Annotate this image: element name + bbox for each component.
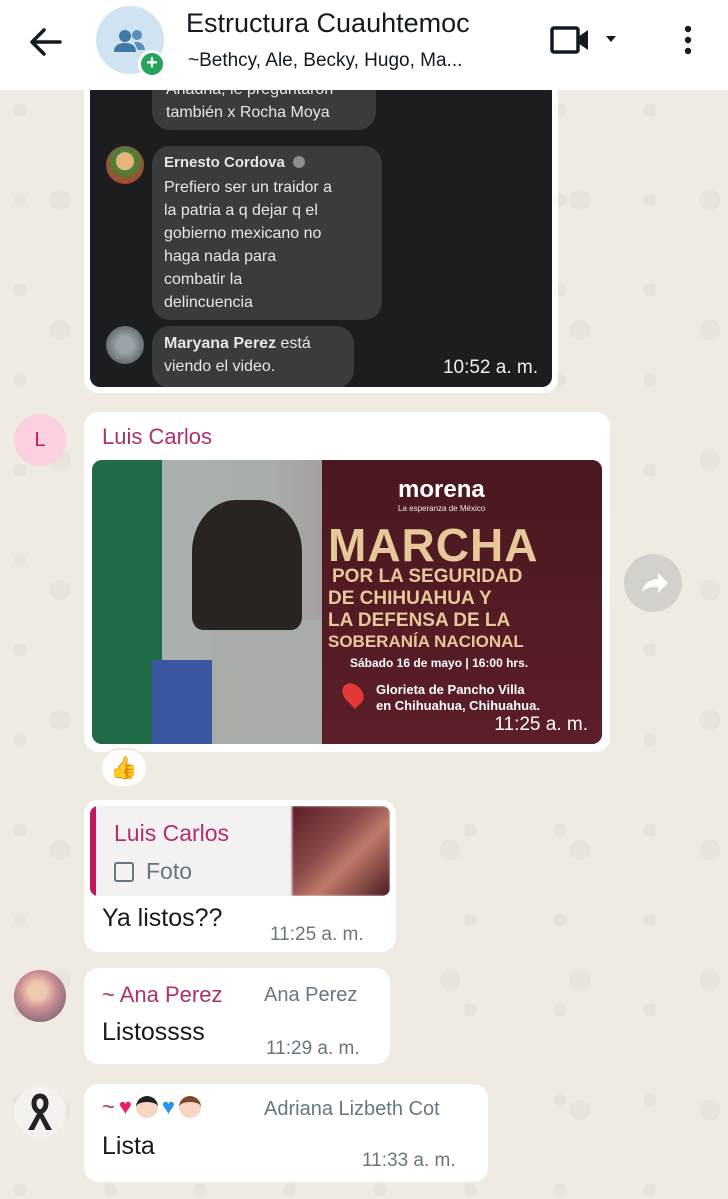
more-options-button[interactable] — [676, 20, 700, 60]
message-timestamp: 11:29 a. m. — [266, 1038, 360, 1059]
message-timestamp: 11:25 a. m. — [494, 714, 588, 735]
sender-avatar[interactable] — [14, 1086, 66, 1138]
text-message[interactable]: ~ ♥ ♥ Adriana Lizbeth Cot Lista 11:33 a.… — [84, 1084, 488, 1182]
fb-comment-text: está — [276, 335, 311, 352]
message-timestamp: 11:33 a. m. — [362, 1150, 456, 1171]
poster-place: Glorieta de Pancho Villa — [376, 682, 525, 697]
poster-date: Sábado 16 de mayo | 16:00 hrs. — [350, 656, 529, 670]
girl-face-icon — [135, 1096, 158, 1118]
sender-push-name: Adriana Lizbeth Cot — [264, 1098, 440, 1120]
reply-message[interactable]: Luis Carlos Foto Ya listos?? 11:25 a. m. — [84, 800, 396, 952]
verified-icon — [293, 156, 306, 168]
message-text: Ya listos?? — [102, 904, 223, 932]
poster-statue — [192, 500, 302, 630]
poster-line: SOBERANÍA NACIONAL — [328, 632, 524, 651]
back-button[interactable] — [24, 22, 68, 62]
video-call-button[interactable] — [548, 20, 628, 60]
fb-comment-line: gobierno mexicano no — [164, 225, 322, 242]
fb-commenter-name: Maryana Perez — [164, 335, 277, 352]
poster-line: DE CHIHUAHUA Y — [328, 588, 492, 609]
fb-comment-line: viendo el video. — [164, 358, 276, 375]
fb-comment-ernesto: Ernesto Cordova Prefiero ser un traidor … — [152, 146, 382, 320]
sender-push-name: Ana Perez — [264, 984, 358, 1006]
fb-comment-line: la patria a q dejar q el — [164, 202, 318, 219]
forward-icon — [642, 573, 668, 593]
poster-pedestal — [212, 620, 322, 744]
poster-line: LA DEFENSA DE LA — [328, 610, 511, 631]
poster-image[interactable]: morena La esperanza de México MARCHA POR… — [92, 460, 602, 744]
poster-place: en Chihuahua, Chihuahua. — [376, 698, 540, 713]
fb-comment-line: delincuencia — [164, 294, 253, 311]
photo-icon — [114, 862, 134, 882]
sender-name[interactable]: ~ Ana Perez — [102, 982, 222, 1008]
sender-name[interactable]: Luis Carlos — [102, 424, 212, 450]
quoted-thumbnail — [292, 806, 390, 896]
group-avatar[interactable]: + — [96, 6, 166, 78]
quoted-message[interactable]: Luis Carlos Foto — [90, 806, 390, 896]
image-message-poster[interactable]: Luis Carlos morena La esperanza de Méxic… — [84, 412, 610, 752]
quote-accent-bar — [90, 806, 96, 896]
forward-button[interactable] — [624, 554, 682, 612]
poster-brand-sub: La esperanza de México — [398, 504, 486, 513]
text-message[interactable]: ~ Ana Perez Ana Perez Listossss 11:29 a.… — [84, 968, 390, 1064]
image-message-screenshot[interactable]: Ariadna, le preguntaron también x Rocha … — [84, 76, 558, 393]
boy-face-icon — [178, 1096, 201, 1118]
fb-comment-line: Prefiero ser un traidor a — [164, 179, 333, 196]
chat-header: + Estructura Cuauhtemoc ~Bethcy, Ale, Be… — [0, 0, 728, 90]
screenshot-image[interactable]: Ariadna, le preguntaron también x Rocha … — [90, 82, 552, 387]
chat-participants[interactable]: ~Bethcy, Ale, Becky, Hugo, Ma... — [188, 50, 462, 72]
fb-comment-maryana: Maryana Perez está viendo el video. — [152, 326, 354, 387]
quoted-type: Foto — [146, 858, 193, 884]
poster-line: POR LA SEGURIDAD — [332, 566, 523, 587]
video-camera-icon — [550, 26, 616, 54]
message-timestamp: 11:25 a. m. — [270, 924, 364, 945]
avatar — [106, 146, 144, 184]
sender-name[interactable]: ~ ♥ ♥ — [102, 1094, 201, 1120]
message-text: Listossss — [102, 1018, 205, 1046]
chat-title[interactable]: Estructura Cuauhtemoc — [186, 8, 470, 39]
back-arrow-icon — [30, 28, 62, 56]
sender-avatar[interactable]: L — [14, 414, 66, 466]
message-text: Lista — [102, 1132, 155, 1160]
add-participant-icon: + — [138, 50, 166, 78]
fb-commenter-name: Ernesto Cordova — [164, 154, 285, 171]
sender-prefix: ~ — [102, 1094, 115, 1119]
poster-headline: MARCHA — [328, 519, 539, 571]
quoted-sender: Luis Carlos — [114, 820, 230, 846]
sender-avatar[interactable] — [14, 970, 66, 1022]
avatar — [106, 326, 144, 364]
message-timestamp: 10:52 a. m. — [442, 357, 538, 378]
fb-comment-line: haga nada para — [164, 248, 277, 265]
reaction-badge[interactable]: 👍 — [100, 748, 148, 788]
blue-heart-icon: ♥ — [161, 1094, 175, 1119]
mourning-ribbon-icon — [28, 1093, 52, 1130]
pink-heart-icon: ♥ — [118, 1094, 132, 1119]
fb-comment-line: combatir la — [164, 271, 243, 288]
poster-brand: morena — [398, 476, 485, 503]
more-vertical-icon — [684, 25, 692, 55]
